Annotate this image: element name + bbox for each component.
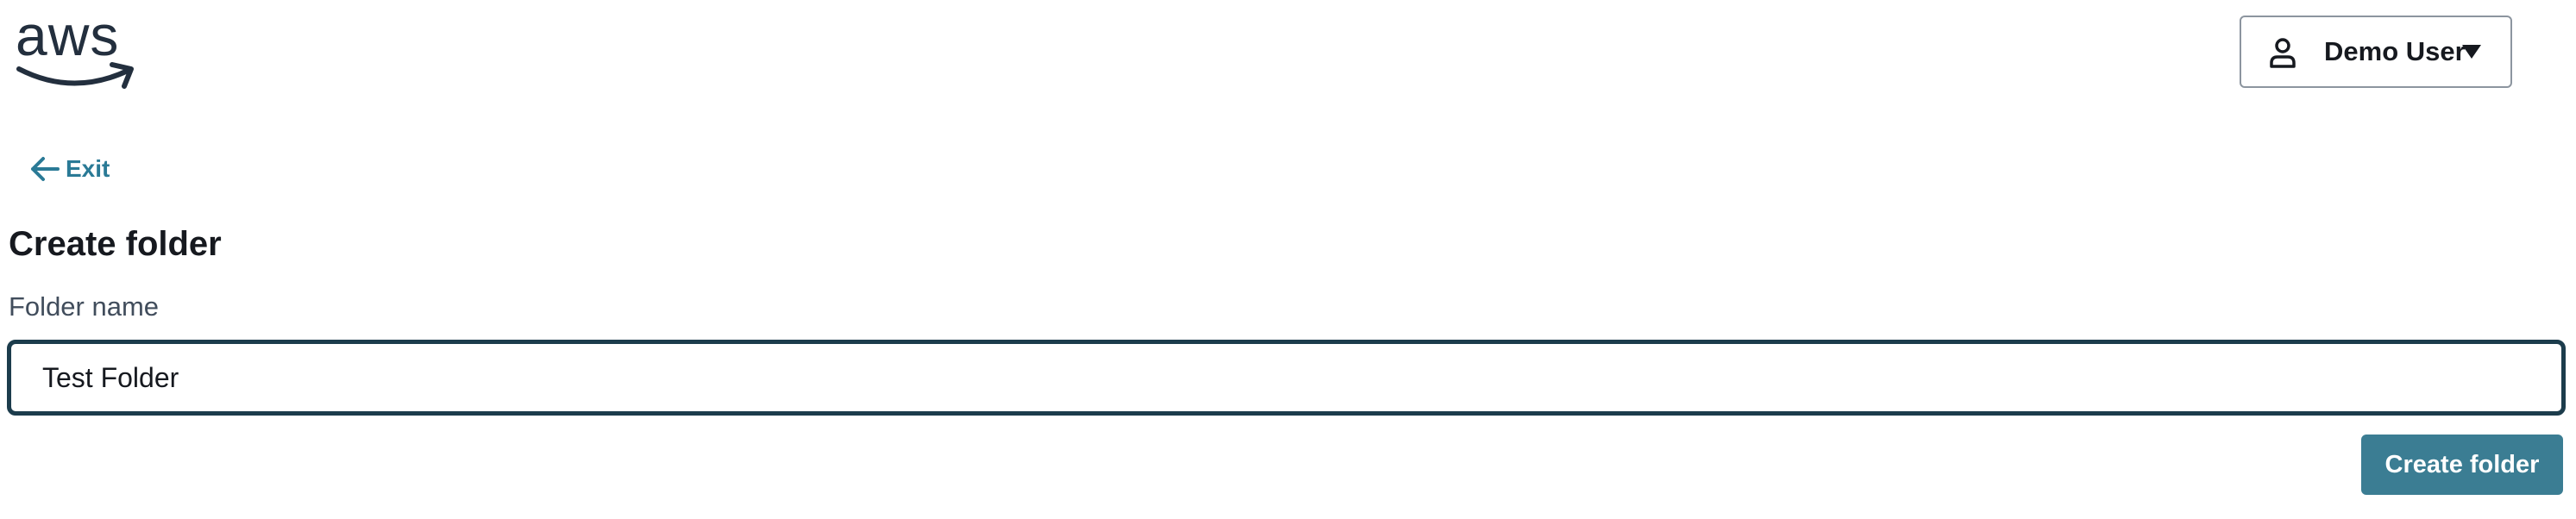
aws-logo-text: aws [16, 3, 120, 67]
folder-name-input[interactable] [7, 340, 2566, 416]
user-icon [2270, 38, 2296, 68]
folder-name-label: Folder name [9, 291, 160, 322]
page-title: Create folder [9, 225, 222, 263]
caret-down-icon [2462, 45, 2481, 59]
user-name: Demo User [2324, 36, 2466, 66]
exit-link[interactable]: Exit [29, 152, 110, 186]
user-menu-button[interactable]: Demo User [2240, 16, 2512, 88]
aws-smile-icon [16, 62, 134, 89]
exit-label: Exit [66, 155, 110, 182]
create-folder-button[interactable]: Create folder [2361, 435, 2563, 495]
aws-logo: aws [16, 7, 141, 91]
arrow-left-icon [31, 157, 60, 181]
